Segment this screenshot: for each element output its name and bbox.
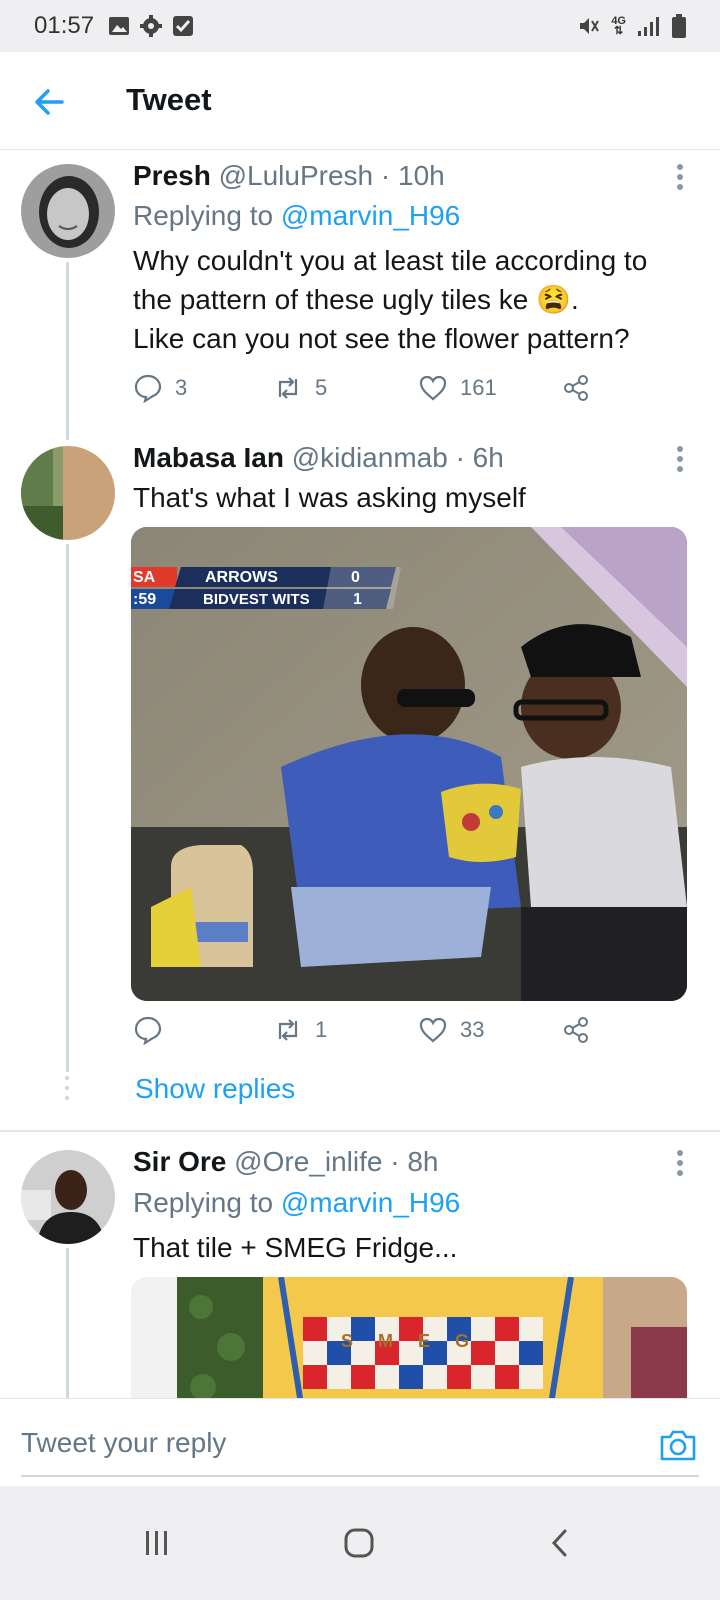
retweet-button[interactable]: 1 [273, 1015, 327, 1045]
avatar[interactable] [21, 446, 115, 540]
display-name[interactable]: Mabasa Ian [133, 442, 284, 473]
user-handle[interactable]: @Ore_inlife [234, 1146, 382, 1177]
mention-link[interactable]: @marvin_H96 [281, 200, 460, 231]
replying-to: Replying to @marvin_H96 [133, 1187, 461, 1218]
like-count: 161 [460, 375, 497, 400]
page-title: Tweet [126, 82, 212, 117]
tweet-actions: 3 5 161 [133, 373, 693, 413]
replying-to: Replying to @marvin_H96 [133, 200, 461, 231]
heart-icon [419, 375, 447, 401]
more-vertical-icon[interactable] [672, 162, 688, 192]
mention-link[interactable]: @marvin_H96 [281, 1187, 460, 1218]
tweet-time: · 6h [455, 442, 504, 473]
tweet-presh[interactable]: Presh @LuluPresh · 10h Replying to @marv… [0, 150, 720, 440]
user-handle[interactable]: @LuluPresh [219, 160, 374, 191]
tweet-actions: 1 33 [133, 1015, 693, 1055]
show-replies-link[interactable]: Show replies [135, 1073, 295, 1105]
network-icon: 4G ⇅ [611, 15, 626, 37]
share-icon [564, 375, 588, 401]
retweet-icon [278, 377, 298, 399]
tweet-header: Sir Ore @Ore_inlife · 8h [133, 1146, 438, 1178]
check-box-icon [173, 16, 194, 36]
score-team2: BIDVEST WITS [203, 591, 310, 608]
tweet-header: Presh @LuluPresh · 10h [133, 160, 445, 192]
gear-icon [140, 15, 163, 37]
back-icon[interactable] [544, 1526, 578, 1560]
reply-button[interactable]: 3 [133, 373, 187, 403]
share-button[interactable] [561, 373, 591, 403]
recent-apps-icon[interactable] [140, 1526, 174, 1560]
retweet-count: 1 [315, 1017, 328, 1042]
image-icon [109, 17, 130, 35]
camera-icon[interactable] [658, 1425, 698, 1465]
score-clock: :59 [133, 591, 157, 608]
tweet-text: That tile + SMEG Fridge... [133, 1232, 458, 1263]
like-count: 33 [460, 1017, 485, 1042]
tweet-image[interactable]: SA :59 ARROWS 0 BIDVEST WITS 1 [131, 527, 687, 1001]
retweet-count: 5 [315, 375, 328, 400]
app-bar: Tweet [0, 52, 720, 150]
comment-icon [134, 374, 162, 403]
status-time: 01:57 [34, 12, 95, 39]
tweet-text: Why couldn't you at least tile according… [133, 245, 648, 354]
smeg-logo-text: S M E G [341, 1331, 480, 1351]
reply-composer: Tweet your reply [0, 1398, 720, 1486]
thread-line [66, 1248, 69, 1398]
share-button[interactable] [561, 1015, 591, 1045]
tweet-time: · 8h [390, 1146, 439, 1177]
tweet-mabasa-ian[interactable]: Mabasa Ian @kidianmab · 6h That's what I… [0, 440, 720, 1130]
reply-input[interactable]: Tweet your reply [21, 1427, 226, 1459]
reply-count: 3 [175, 375, 188, 400]
tweet-sir-ore[interactable]: Sir Ore @Ore_inlife · 8h Replying to @ma… [0, 1132, 720, 1417]
thread-line [66, 544, 69, 1072]
retweet-button[interactable]: 5 [273, 373, 327, 403]
thread-line [66, 262, 69, 440]
like-button[interactable]: 33 [418, 1015, 484, 1045]
arrow-left-icon[interactable] [30, 82, 70, 122]
mute-vibrate-icon [580, 18, 600, 34]
tweet-header: Mabasa Ian @kidianmab · 6h [133, 442, 504, 474]
home-icon[interactable] [342, 1526, 376, 1560]
tweet-image[interactable]: S M E G [131, 1277, 687, 1417]
status-bar: 01:57 4G ⇅ [0, 0, 720, 52]
comment-icon [134, 1016, 162, 1045]
heart-icon [419, 1017, 447, 1043]
user-handle[interactable]: @kidianmab [292, 442, 448, 473]
score-channel: SA [133, 569, 156, 586]
signal-icon [638, 17, 659, 36]
tweet-text: That's what I was asking myself [133, 482, 526, 513]
score-team1: ARROWS [205, 569, 278, 586]
share-icon [564, 1017, 588, 1043]
thread-dots-icon [64, 1075, 70, 1101]
more-vertical-icon[interactable] [672, 444, 688, 474]
reply-input-underline [21, 1475, 699, 1477]
retweet-icon [278, 1019, 298, 1041]
battery-icon [672, 14, 686, 38]
avatar[interactable] [21, 164, 115, 258]
android-nav-bar [0, 1486, 720, 1600]
display-name[interactable]: Sir Ore [133, 1146, 226, 1177]
tweet-time: · 10h [380, 160, 445, 191]
score-value1: 0 [351, 569, 360, 586]
reply-button[interactable] [133, 1015, 175, 1045]
display-name[interactable]: Presh [133, 160, 211, 191]
avatar[interactable] [21, 1150, 115, 1244]
score-value2: 1 [353, 591, 362, 608]
more-vertical-icon[interactable] [672, 1148, 688, 1178]
like-button[interactable]: 161 [418, 373, 497, 403]
